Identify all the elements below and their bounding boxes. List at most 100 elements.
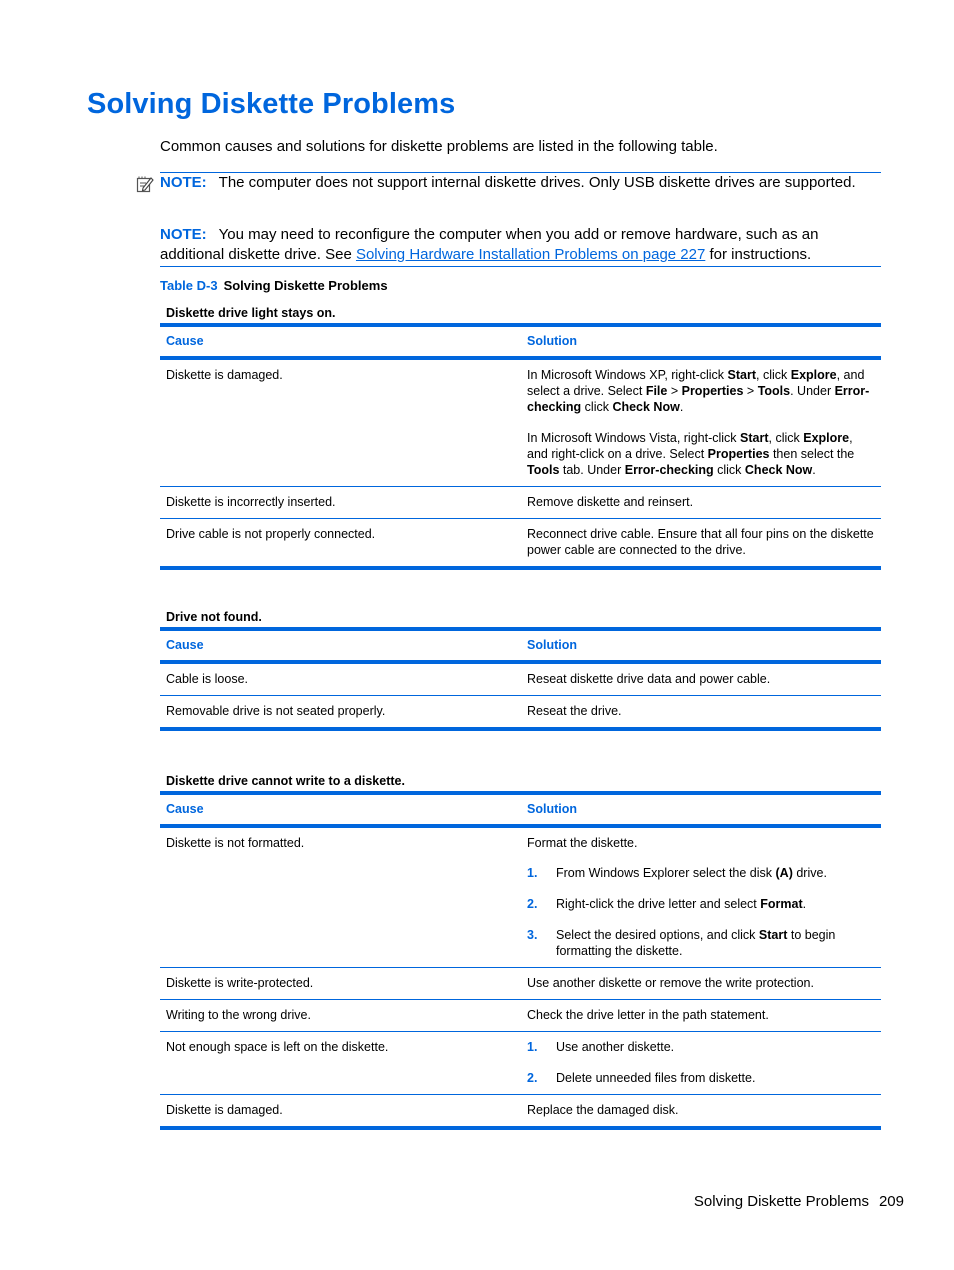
solution-header: Solution bbox=[521, 793, 881, 828]
solution-cell: Reconnect drive cable. Ensure that all f… bbox=[521, 518, 881, 568]
table-body: Diskette is not formatted. Format the dis… bbox=[160, 826, 881, 1128]
step-text: Use another diskette. bbox=[556, 1040, 675, 1054]
cause-header: Cause bbox=[160, 629, 521, 664]
cause-cell: Diskette is write-protected. bbox=[160, 967, 521, 1000]
solution-text: In Microsoft Windows Vista, right-click … bbox=[527, 431, 855, 477]
header-row: Cause Solution bbox=[160, 793, 881, 828]
hardware-installation-link[interactable]: Solving Hardware Installation Problems o… bbox=[356, 246, 705, 263]
solution-step: 2. Right-click the drive letter and selec… bbox=[527, 896, 875, 912]
solution-header: Solution bbox=[521, 629, 881, 664]
solution-text: Reconnect drive cable. Ensure that all f… bbox=[527, 527, 874, 557]
bold-term: File bbox=[645, 384, 668, 398]
table-row: Diskette is damaged. Replace the damaged … bbox=[160, 1094, 881, 1128]
solution-step: 1. From Windows Explorer select the disk … bbox=[527, 865, 875, 881]
step-number: 1. bbox=[527, 866, 538, 880]
solution-step: 1. Use another diskette. bbox=[527, 1039, 875, 1055]
cause-cell: Not enough space is left on the diskette… bbox=[160, 1031, 521, 1095]
table-row: Cable is loose. Reseat diskette drive dat… bbox=[160, 662, 881, 696]
bold-term: (A) bbox=[775, 866, 793, 880]
bold-term: Error-checking bbox=[624, 463, 714, 477]
note-text-after: for instructions. bbox=[705, 245, 812, 263]
table-row: Diskette is damaged. In Microsoft Windows… bbox=[160, 358, 881, 487]
solution-cell: 1. Use another diskette. 2. Delete unneeded… bbox=[521, 1031, 881, 1095]
note-reconfigure: NOTE: You may need to reconfigure the com… bbox=[160, 225, 881, 267]
solution-text: Remove diskette and reinsert. bbox=[527, 495, 694, 509]
solution-cell: Replace the damaged disk. bbox=[521, 1094, 881, 1128]
table-header: Cause Solution bbox=[160, 793, 881, 828]
bold-term: Explore bbox=[803, 431, 850, 445]
solution-text: In Microsoft Windows XP, right-click Sta… bbox=[527, 368, 870, 414]
solution-text: Replace the damaged disk. bbox=[527, 1103, 679, 1117]
table-drive-not-found: Drive not found. Cause Solution Cable is lo… bbox=[160, 607, 881, 731]
cause-cell: Cable is loose. bbox=[166, 672, 248, 686]
troubleshooting-table: Cause Solution Cable is loose. Reseat diske… bbox=[160, 627, 881, 731]
solution-cell: Reseat diskette drive data and power cab… bbox=[521, 662, 881, 696]
table-row: Removable drive is not seated properly. R… bbox=[160, 695, 881, 729]
table-number: Table D-3 bbox=[160, 278, 218, 293]
cause-cell: Removable drive is not seated properly. bbox=[160, 695, 521, 729]
page-footer: Solving Diskette Problems 209 bbox=[694, 1193, 904, 1210]
bold-term: Tools bbox=[757, 384, 791, 398]
table-title: Solving Diskette Problems bbox=[223, 278, 388, 293]
cause-cell: Diskette is damaged. bbox=[160, 1094, 521, 1128]
bold-term: Start bbox=[758, 928, 788, 942]
step-text: Delete unneeded files from diskette. bbox=[556, 1071, 756, 1085]
table-body: Diskette is damaged. In Microsoft Windows… bbox=[160, 358, 881, 568]
note-usb-only: NOTE: The computer does not support inter… bbox=[160, 172, 881, 193]
table-caption: Table D-3 Solving Diskette Problems bbox=[160, 278, 388, 293]
table-row: Diskette is not formatted. Format the dis… bbox=[160, 826, 881, 968]
solution-steps: 1. Use another diskette. 2. Delete unneeded… bbox=[527, 1039, 875, 1086]
table-row: Diskette is incorrectly inserted. Remove … bbox=[160, 486, 881, 519]
cause-cell: Diskette is damaged. bbox=[166, 368, 283, 382]
step-text: From Windows Explorer select the disk (A… bbox=[556, 866, 827, 880]
bold-term: Properties bbox=[681, 384, 744, 398]
section-subtitle: Diskette drive cannot write to a diskett… bbox=[166, 774, 405, 788]
table-row: Not enough space is left on the diskette… bbox=[160, 1031, 881, 1095]
troubleshooting-table: Cause Solution Diskette is damaged. In Micr… bbox=[160, 323, 881, 570]
solution-text: Format the diskette. bbox=[527, 836, 638, 850]
cause-cell: Drive cable is not properly connected. bbox=[160, 518, 521, 568]
bold-term: Check Now bbox=[744, 463, 813, 477]
table-body: Cable is loose. Reseat diskette drive dat… bbox=[160, 662, 881, 729]
section-subtitle: Drive not found. bbox=[166, 610, 262, 624]
solution-step: 3. Select the desired options, and click … bbox=[527, 927, 875, 959]
solution-header: Solution bbox=[521, 325, 881, 360]
solution-text: Use another diskette or remove the write… bbox=[527, 976, 814, 990]
bold-term: Check Now bbox=[612, 400, 680, 414]
note-label: NOTE: bbox=[160, 174, 207, 191]
table-header: Cause Solution bbox=[160, 325, 881, 360]
solution-cell: Check the drive letter in the path state… bbox=[521, 999, 881, 1032]
intro-paragraph: Common causes and solutions for diskette… bbox=[160, 138, 718, 155]
solution-steps: 1. From Windows Explorer select the disk … bbox=[527, 865, 875, 959]
table-light-stays-on: Diskette drive light stays on. Cause Solut… bbox=[160, 303, 881, 570]
solution-cell: Reseat the drive. bbox=[521, 695, 881, 729]
table-header: Cause Solution bbox=[160, 629, 881, 664]
bold-term: Explore bbox=[790, 368, 837, 382]
page-number: 209 bbox=[878, 1193, 904, 1210]
troubleshooting-table: Cause Solution Diskette is not formatted. F… bbox=[160, 791, 881, 1130]
header-row: Cause Solution bbox=[160, 325, 881, 360]
note-text: The computer does not support internal d… bbox=[218, 174, 856, 191]
section-subtitle: Diskette drive light stays on. bbox=[166, 306, 336, 320]
bold-term: Format bbox=[760, 897, 803, 911]
bold-term: Start bbox=[740, 431, 769, 445]
step-number: 2. bbox=[527, 1071, 538, 1085]
page-title: Solving Diskette Problems bbox=[87, 88, 456, 120]
solution-text: Reseat diskette drive data and power cab… bbox=[527, 672, 771, 686]
step-number: 1. bbox=[527, 1040, 538, 1054]
step-number: 2. bbox=[527, 897, 538, 911]
cause-cell: Diskette is not formatted. bbox=[166, 836, 305, 850]
header-row: Cause Solution bbox=[160, 629, 881, 664]
solution-cell: Remove diskette and reinsert. bbox=[521, 486, 881, 519]
solution-step: 2. Delete unneeded files from diskette. bbox=[527, 1070, 875, 1086]
bold-term: Tools bbox=[527, 463, 560, 477]
cause-cell: Diskette is incorrectly inserted. bbox=[160, 486, 521, 519]
table-row: Diskette is write-protected. Use another … bbox=[160, 967, 881, 1000]
cause-cell: Writing to the wrong drive. bbox=[160, 999, 521, 1032]
solution-cell: Format the diskette. 1. From Windows Explo… bbox=[521, 826, 881, 968]
note-label: NOTE: bbox=[160, 226, 207, 243]
bold-term: Properties bbox=[707, 447, 770, 461]
cause-header: Cause bbox=[160, 325, 521, 360]
solution-text: Check the drive letter in the path state… bbox=[527, 1008, 769, 1022]
note-pencil-icon bbox=[136, 176, 154, 193]
